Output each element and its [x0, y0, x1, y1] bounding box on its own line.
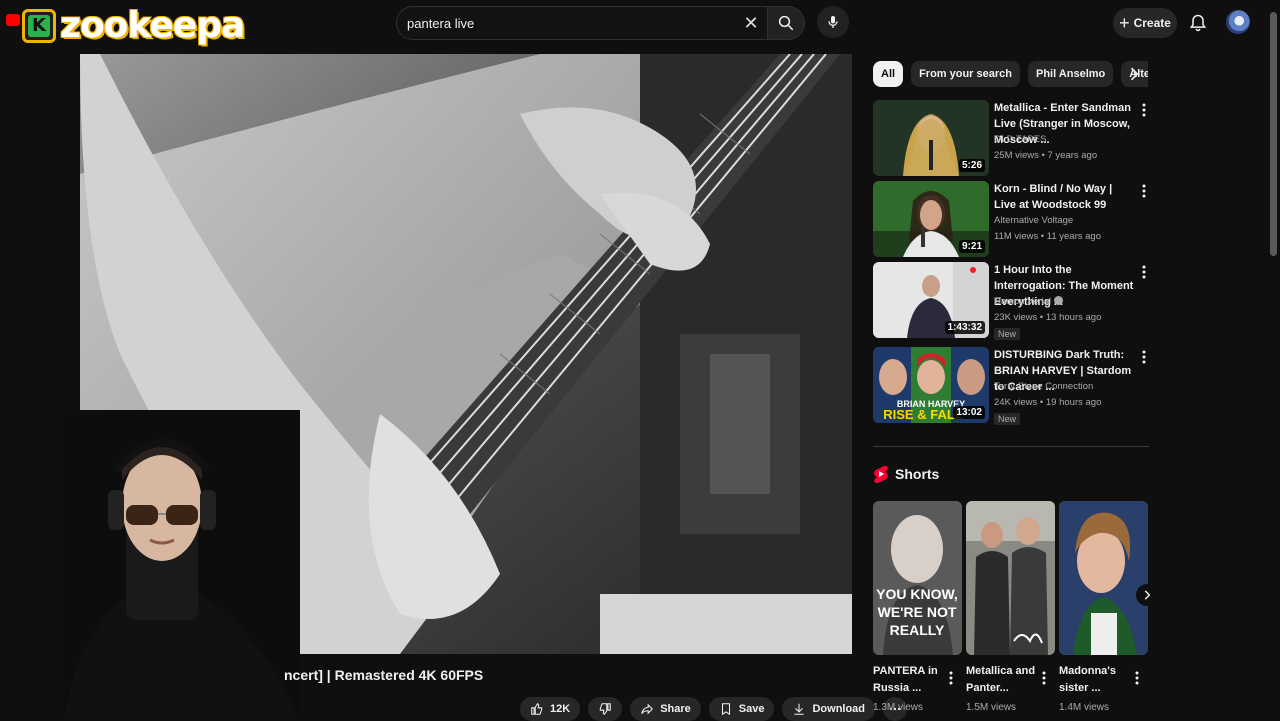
shorts-header: Shorts — [873, 465, 939, 483]
create-label: Create — [1133, 16, 1171, 30]
download-icon — [794, 703, 805, 715]
video-meta: 11M views • 11 years ago — [994, 231, 1101, 242]
search-input[interactable] — [407, 15, 737, 31]
like-button[interactable]: 12K — [520, 697, 581, 721]
short-image: YOU KNOW, WE'RE NOT REALLY — [873, 501, 962, 655]
save-label: Save — [738, 703, 765, 715]
short-overlay-line-3: REALLY — [890, 622, 945, 638]
short-title[interactable]: Madonna's sister ... — [1059, 663, 1129, 697]
short-views: 1.3M views — [873, 702, 924, 713]
top-bar: K zookeepa ✕ + Create — [0, 0, 1280, 46]
shorts-next-button[interactable] — [1136, 584, 1158, 606]
video-title: ncert] | Remastered 4K 60FPS — [284, 667, 484, 683]
recommendation-item[interactable]: 5:26 Metallica - Enter Sandman Live (Str… — [873, 100, 1153, 178]
dislike-button[interactable] — [588, 697, 623, 721]
webcam-overlay — [64, 410, 300, 720]
short-image — [966, 501, 1055, 655]
streamer-webcam-image — [64, 410, 300, 720]
search-box[interactable]: ✕ — [396, 6, 770, 40]
notifications-bell-icon[interactable] — [1188, 12, 1208, 34]
video-actions: 12K Share Save Download — [520, 697, 908, 721]
download-label: Download — [812, 703, 866, 715]
section-divider — [873, 446, 1149, 447]
channel-name[interactable]: Alternative Voltage — [994, 215, 1073, 226]
share-button[interactable]: Share — [630, 697, 701, 721]
recommendation-item[interactable]: 9:21 Korn - Blind / No Way | Live at Woo… — [873, 181, 1153, 259]
shorts-heading: Shorts — [895, 466, 940, 482]
recommendation-item[interactable]: 1:43:32 1 Hour Into the Interrogation: T… — [873, 262, 1153, 340]
save-button[interactable]: Save — [708, 697, 775, 721]
brand-k-icon: K — [22, 9, 56, 43]
channel-name-text: Damon Verial — [994, 296, 1052, 307]
more-vertical-icon[interactable] — [1040, 670, 1048, 686]
more-vertical-icon[interactable] — [1133, 670, 1141, 686]
short-title[interactable]: Metallica and Panter... — [966, 663, 1036, 697]
channel-name[interactable]: Terry Stone Connection — [994, 381, 1093, 392]
new-badge: New — [994, 413, 1021, 425]
plus-icon: + — [1119, 13, 1130, 33]
voice-search-button[interactable] — [817, 6, 849, 38]
more-vertical-icon[interactable] — [1140, 349, 1148, 365]
more-vertical-icon[interactable] — [1140, 183, 1148, 199]
filter-chips: All From your search Phil Anselmo Alter — [873, 61, 1148, 87]
short-overlay-line-2: WE'RE NOT — [878, 604, 957, 620]
chip-all[interactable]: All — [873, 61, 904, 87]
short-thumbnail[interactable] — [966, 501, 1055, 655]
share-icon — [641, 703, 654, 715]
channel-brand-overlay: K zookeepa — [22, 5, 245, 47]
thumbs-down-icon — [599, 703, 611, 716]
video-duration: 13:02 — [953, 406, 985, 419]
shorts-icon — [874, 465, 888, 483]
video-meta: 25M views • 7 years ago — [994, 150, 1098, 161]
clear-search-icon[interactable]: ✕ — [741, 13, 761, 33]
video-thumbnail[interactable]: BRIAN HARVEY RISE & FALL 13:02 — [873, 347, 989, 423]
video-thumbnail[interactable]: 1:43:32 — [873, 262, 989, 338]
page-scrollbar[interactable] — [1270, 12, 1277, 256]
more-vertical-icon[interactable] — [947, 670, 955, 686]
chip-from-your-search[interactable]: From your search — [911, 61, 1020, 87]
video-meta: 24K views • 19 hours ago — [994, 397, 1102, 408]
video-duration: 1:43:32 — [944, 321, 985, 334]
short-overlay-line-1: YOU KNOW, — [876, 586, 958, 602]
brand-name: zookeepa — [60, 5, 245, 46]
short-thumbnail[interactable]: YOU KNOW, WE'RE NOT REALLY — [873, 501, 962, 655]
chevron-right-icon[interactable] — [1124, 64, 1144, 84]
youtube-logo-icon[interactable] — [6, 14, 20, 26]
chevron-right-icon — [1144, 590, 1151, 600]
video-title[interactable]: Korn - Blind / No Way | Live at Woodstoc… — [994, 181, 1136, 213]
create-button[interactable]: + Create — [1113, 8, 1177, 38]
video-thumbnail[interactable]: 9:21 — [873, 181, 989, 257]
video-meta: 23K views • 13 hours ago — [994, 312, 1102, 323]
more-vertical-icon[interactable] — [1140, 102, 1148, 118]
search-button[interactable] — [767, 6, 805, 40]
new-badge: New — [994, 328, 1021, 340]
search-icon — [778, 15, 794, 31]
bookmark-icon — [721, 703, 730, 716]
short-views: 1.4M views — [1059, 702, 1110, 713]
more-vertical-icon[interactable] — [1140, 264, 1148, 280]
short-thumbnail[interactable] — [1059, 501, 1148, 655]
channel-name[interactable]: OLD TAPES — [994, 134, 1046, 145]
download-button[interactable]: Download — [782, 697, 876, 721]
short-image — [1059, 501, 1148, 655]
video-duration: 5:26 — [958, 159, 985, 172]
channel-name[interactable]: Damon Verial — [994, 296, 1064, 307]
microphone-icon — [828, 16, 838, 28]
like-count: 12K — [550, 703, 571, 715]
chip-phil-anselmo[interactable]: Phil Anselmo — [1027, 61, 1114, 87]
account-avatar[interactable] — [1226, 10, 1250, 34]
verified-badge-icon — [1054, 296, 1064, 305]
brand-k-letter: K — [28, 15, 50, 37]
short-title[interactable]: PANTERA in Russia ... — [873, 663, 943, 697]
share-label: Share — [660, 703, 691, 715]
thumbnail-text-rise-fall: RISE & FALL — [883, 407, 963, 422]
video-duration: 9:21 — [958, 240, 985, 253]
thumbs-up-icon — [531, 702, 543, 715]
video-thumbnail[interactable]: 5:26 — [873, 100, 989, 176]
recommendation-item[interactable]: BRIAN HARVEY RISE & FALL 13:02 DISTURBIN… — [873, 347, 1153, 425]
short-views: 1.5M views — [966, 702, 1017, 713]
